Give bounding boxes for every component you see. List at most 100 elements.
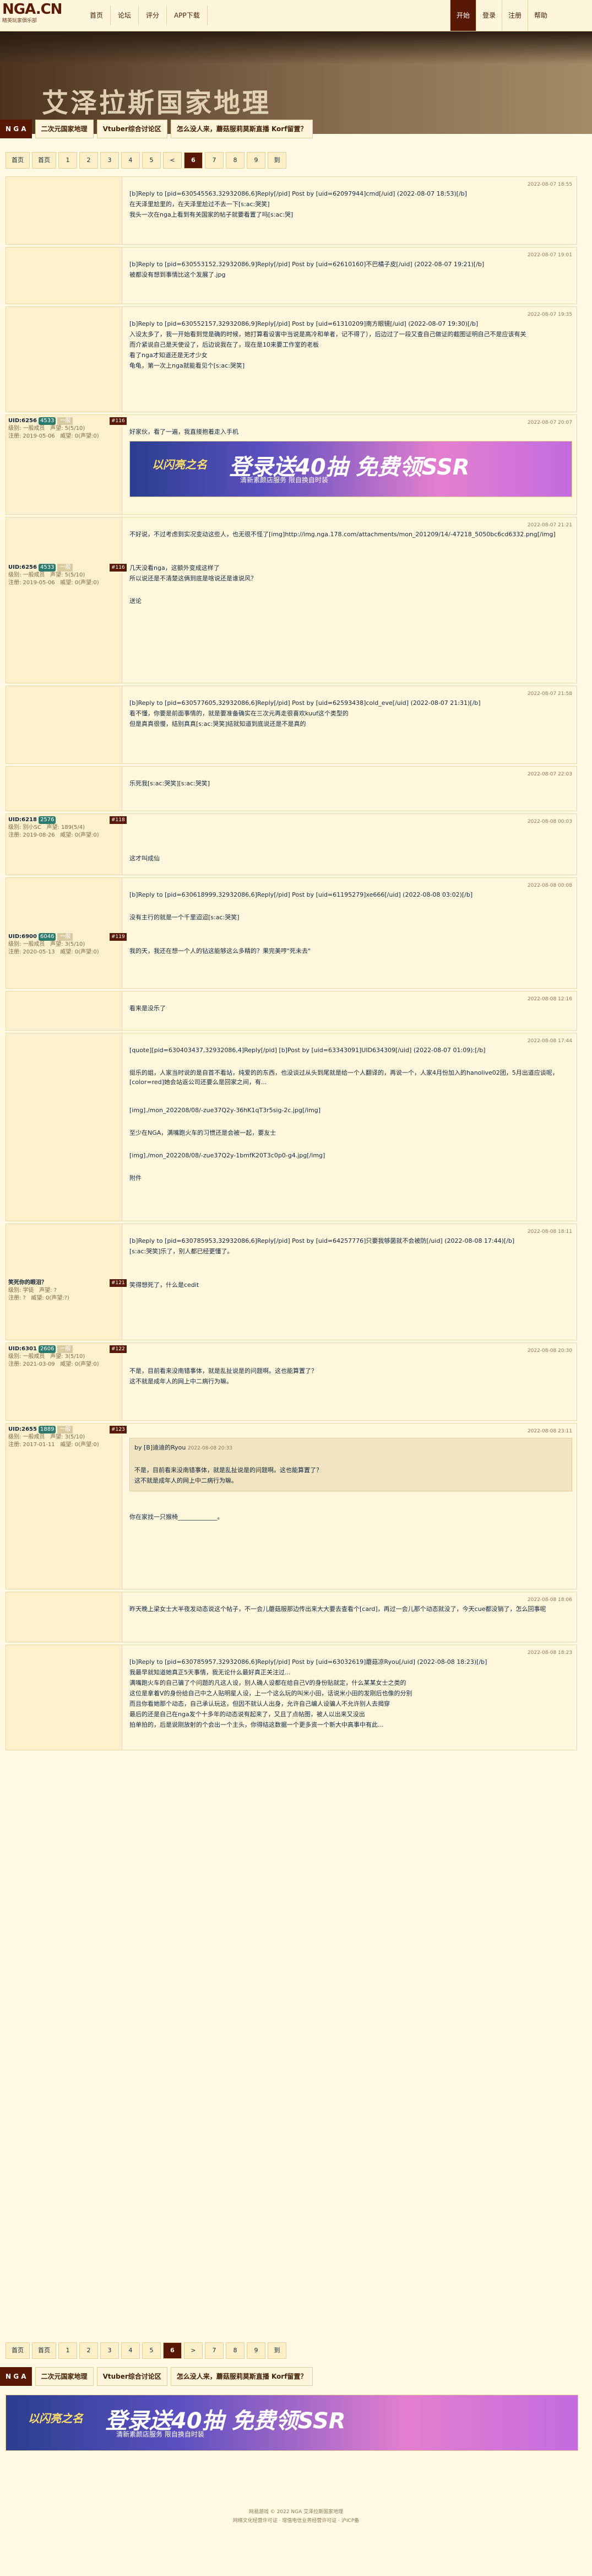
page-link[interactable]: 1 <box>58 2342 77 2359</box>
tab-vtuber[interactable]: Vtuber综合讨论区 <box>96 120 167 138</box>
ad-subline: 清新素颜店服务 限自换自时装 <box>116 2431 204 2438</box>
page-home[interactable]: 首页 <box>32 2342 56 2359</box>
page-goto[interactable]: 到 <box>268 2342 286 2359</box>
floor-number[interactable]: #122 <box>110 1345 127 1353</box>
page-prev[interactable]: < <box>163 152 182 169</box>
user-name[interactable]: UID:6218 <box>8 817 37 823</box>
nav-app-download[interactable]: APP下载 <box>167 6 208 25</box>
post-item: 2022-08-07 19:35 [b]Reply to [pid=630552… <box>6 306 577 412</box>
page-link[interactable]: 3 <box>100 2342 119 2359</box>
page-link[interactable]: 7 <box>205 2342 224 2359</box>
page-footer: 网易游戏 © 2022 NGA 艾泽拉斯国家地理 网络文化经营许可证 · 增值电… <box>0 2508 592 2525</box>
page-link[interactable]: 2 <box>79 2342 98 2359</box>
quote-block: by [B]迪迪的Ryou 2022-08-08 20:33 不是，目前看来没南… <box>129 1438 572 1491</box>
user-credit: 威望: 0(声望:0) <box>60 580 99 586</box>
page-link[interactable]: 1 <box>58 152 77 169</box>
user-sidebar: UID:6301 2606 一般 #122 级别: 一般成员 声望: 3(5/10)… <box>6 1343 127 1420</box>
user-prestige: 声望: 3(5/10) <box>50 1434 85 1440</box>
post-line: 不是，目前看来没南错事体，就是乱扯说是的问题啊。这也能算置了？ <box>134 1467 322 1474</box>
floor-number[interactable]: #119 <box>110 933 127 941</box>
page-link[interactable]: 9 <box>247 2342 265 2359</box>
user-register-date: 注册: 2020-05-13 <box>8 949 55 955</box>
user-register-date: 注册: ? <box>8 1295 26 1301</box>
floor-number[interactable]: #116 <box>110 564 127 572</box>
nav-rating[interactable]: 评分 <box>139 6 167 25</box>
page-goto[interactable]: 到 <box>268 152 286 169</box>
quote-author[interactable]: by [B]迪迪的Ryou <box>134 1444 186 1451</box>
nav-start[interactable]: 开始 <box>450 0 476 31</box>
page-current[interactable]: 6 <box>163 2342 182 2359</box>
user-tag: 一般 <box>57 933 73 941</box>
nav-home[interactable]: 首页 <box>83 6 111 25</box>
user-name[interactable]: UID:6301 <box>8 1346 37 1352</box>
user-prestige: 声望: 3(5/10) <box>50 941 85 947</box>
post-time: 2022-08-07 19:35 <box>527 312 572 317</box>
user-register-date: 注册: 2019-05-06 <box>8 433 55 439</box>
page-link[interactable]: 5 <box>142 2342 161 2359</box>
page-link[interactable]: 8 <box>226 2342 245 2359</box>
page-link[interactable]: 9 <box>247 152 265 169</box>
post-line: 看了nga才知道还是无才少女 <box>129 352 208 359</box>
page-next[interactable]: > <box>184 2342 203 2359</box>
user-sidebar: UID:2655 1889 一般 #123 级别: 一般成员 声望: 3(5/10)… <box>6 1424 127 1589</box>
page-link[interactable]: 3 <box>100 152 119 169</box>
user-sidebar: 笑死你的眼泪？ #121 级别: 学徒 声望: ? 注册: ? 威望: 0(声望… <box>6 1224 127 1340</box>
user-sidebar <box>6 177 122 244</box>
page-link[interactable]: 4 <box>121 152 140 169</box>
floor-number[interactable]: #118 <box>110 816 127 824</box>
nav-help[interactable]: 帮助 <box>528 0 553 31</box>
page-link[interactable]: 2 <box>79 152 98 169</box>
post-list: 2022-08-07 18:55 [b]Reply to [pid=630545… <box>6 176 577 1753</box>
page-first[interactable]: 首页 <box>6 2342 30 2359</box>
top-bar: NGA.CN 精英玩家俱乐部 首页 论坛 评分 APP下载 开始 登录 注册 帮… <box>0 0 592 31</box>
user-credit: 威望: 0(声望:0) <box>60 832 99 838</box>
post-time: 2022-08-08 17:44 <box>527 1038 572 1044</box>
tab-acg-geography[interactable]: 二次元国家地理 <box>35 2367 94 2386</box>
post-link[interactable]: 送论 <box>129 596 572 606</box>
nav-forum[interactable]: 论坛 <box>111 6 139 25</box>
post-line: 我最早就知道她真正5天事情，我无论什么最好真正关注过... <box>129 1669 291 1676</box>
nga-home-tab[interactable]: N G A <box>0 120 32 138</box>
user-name[interactable]: UID:2655 <box>8 1426 37 1432</box>
user-register-date: 注册: 2021-03-09 <box>8 1361 55 1367</box>
ad-banner-bottom[interactable]: 以闪亮之名 登录送40抽 免费领SSR 清新素颜店服务 限自换自时装 <box>6 2395 578 2451</box>
post-line: 这不就是成年人的网上中二病行为嘛。 <box>129 1378 232 1385</box>
tab-thread-title[interactable]: 怎么没人来，蘑菇服莉莫斯直播 Korf留置？ <box>170 120 313 138</box>
tab-thread-title[interactable]: 怎么没人来，蘑菇服莉莫斯直播 Korf留置？ <box>170 2367 313 2386</box>
nga-home-tab[interactable]: N G A <box>0 2367 32 2386</box>
post-line: [img]./mon_202208/08/-zue37Q2y-36hK1qT3r… <box>129 1107 321 1114</box>
nav-register[interactable]: 注册 <box>502 0 528 31</box>
post-item: 2022-08-08 12:16 看来是没乐了 <box>6 991 577 1031</box>
post-line: 几天没看nga，这额外变成这样了 <box>129 564 220 572</box>
post-item: UID:6256 4533 一般 #116 级别: 一般成员 声望: 5(5/10)… <box>6 414 577 515</box>
tab-vtuber[interactable]: Vtuber综合讨论区 <box>96 2367 167 2386</box>
post-item: UID:2655 1889 一般 #123 级别: 一般成员 声望: 3(5/10)… <box>6 1423 577 1589</box>
floor-number[interactable]: #123 <box>110 1426 127 1433</box>
page-current[interactable]: 6 <box>184 152 203 169</box>
page-link[interactable]: 4 <box>121 2342 140 2359</box>
nav-login[interactable]: 登录 <box>476 0 502 31</box>
floor-number[interactable]: #121 <box>110 1279 127 1287</box>
attachment-link[interactable]: 附件 <box>129 1173 572 1183</box>
user-name[interactable]: UID:6900 <box>8 934 37 940</box>
tab-acg-geography[interactable]: 二次元国家地理 <box>35 120 94 138</box>
category-bar: N G A 二次元国家地理 Vtuber综合讨论区 怎么没人来，蘑菇服莉莫斯直播… <box>0 120 313 138</box>
page-first[interactable]: 首页 <box>6 152 30 169</box>
page-link[interactable]: 8 <box>226 152 245 169</box>
page-home[interactable]: 首页 <box>32 152 56 169</box>
site-logo[interactable]: NGA.CN 精英玩家俱乐部 <box>2 1 74 30</box>
user-name[interactable]: UID:6256 <box>8 564 37 570</box>
user-sidebar <box>6 991 122 1030</box>
user-register-date: 注册: 2019-05-06 <box>8 580 55 586</box>
ad-banner[interactable]: 以闪亮之名 登录送40抽 免费领SSR 清新素颜店服务 限自换自时装 <box>129 441 572 497</box>
floor-number[interactable]: #116 <box>110 417 127 425</box>
post-line: 而介紧说自己是天使设了，后边说我在了，现在是10来要工作室的老板 <box>129 341 319 348</box>
user-name[interactable]: UID:6256 <box>8 418 37 424</box>
user-name[interactable]: 笑死你的眼泪？ <box>8 1280 47 1286</box>
post-line: 乐死我[s:ac:哭笑][s:ac:哭笑] <box>129 780 210 787</box>
page-link[interactable]: 5 <box>142 152 161 169</box>
quote-time: 2022-08-08 20:33 <box>187 1446 232 1451</box>
page-link[interactable]: 7 <box>205 152 224 169</box>
post-time: 2022-08-08 18:23 <box>527 1650 572 1656</box>
user-register-date: 注册: 2017-01-11 <box>8 1442 55 1448</box>
